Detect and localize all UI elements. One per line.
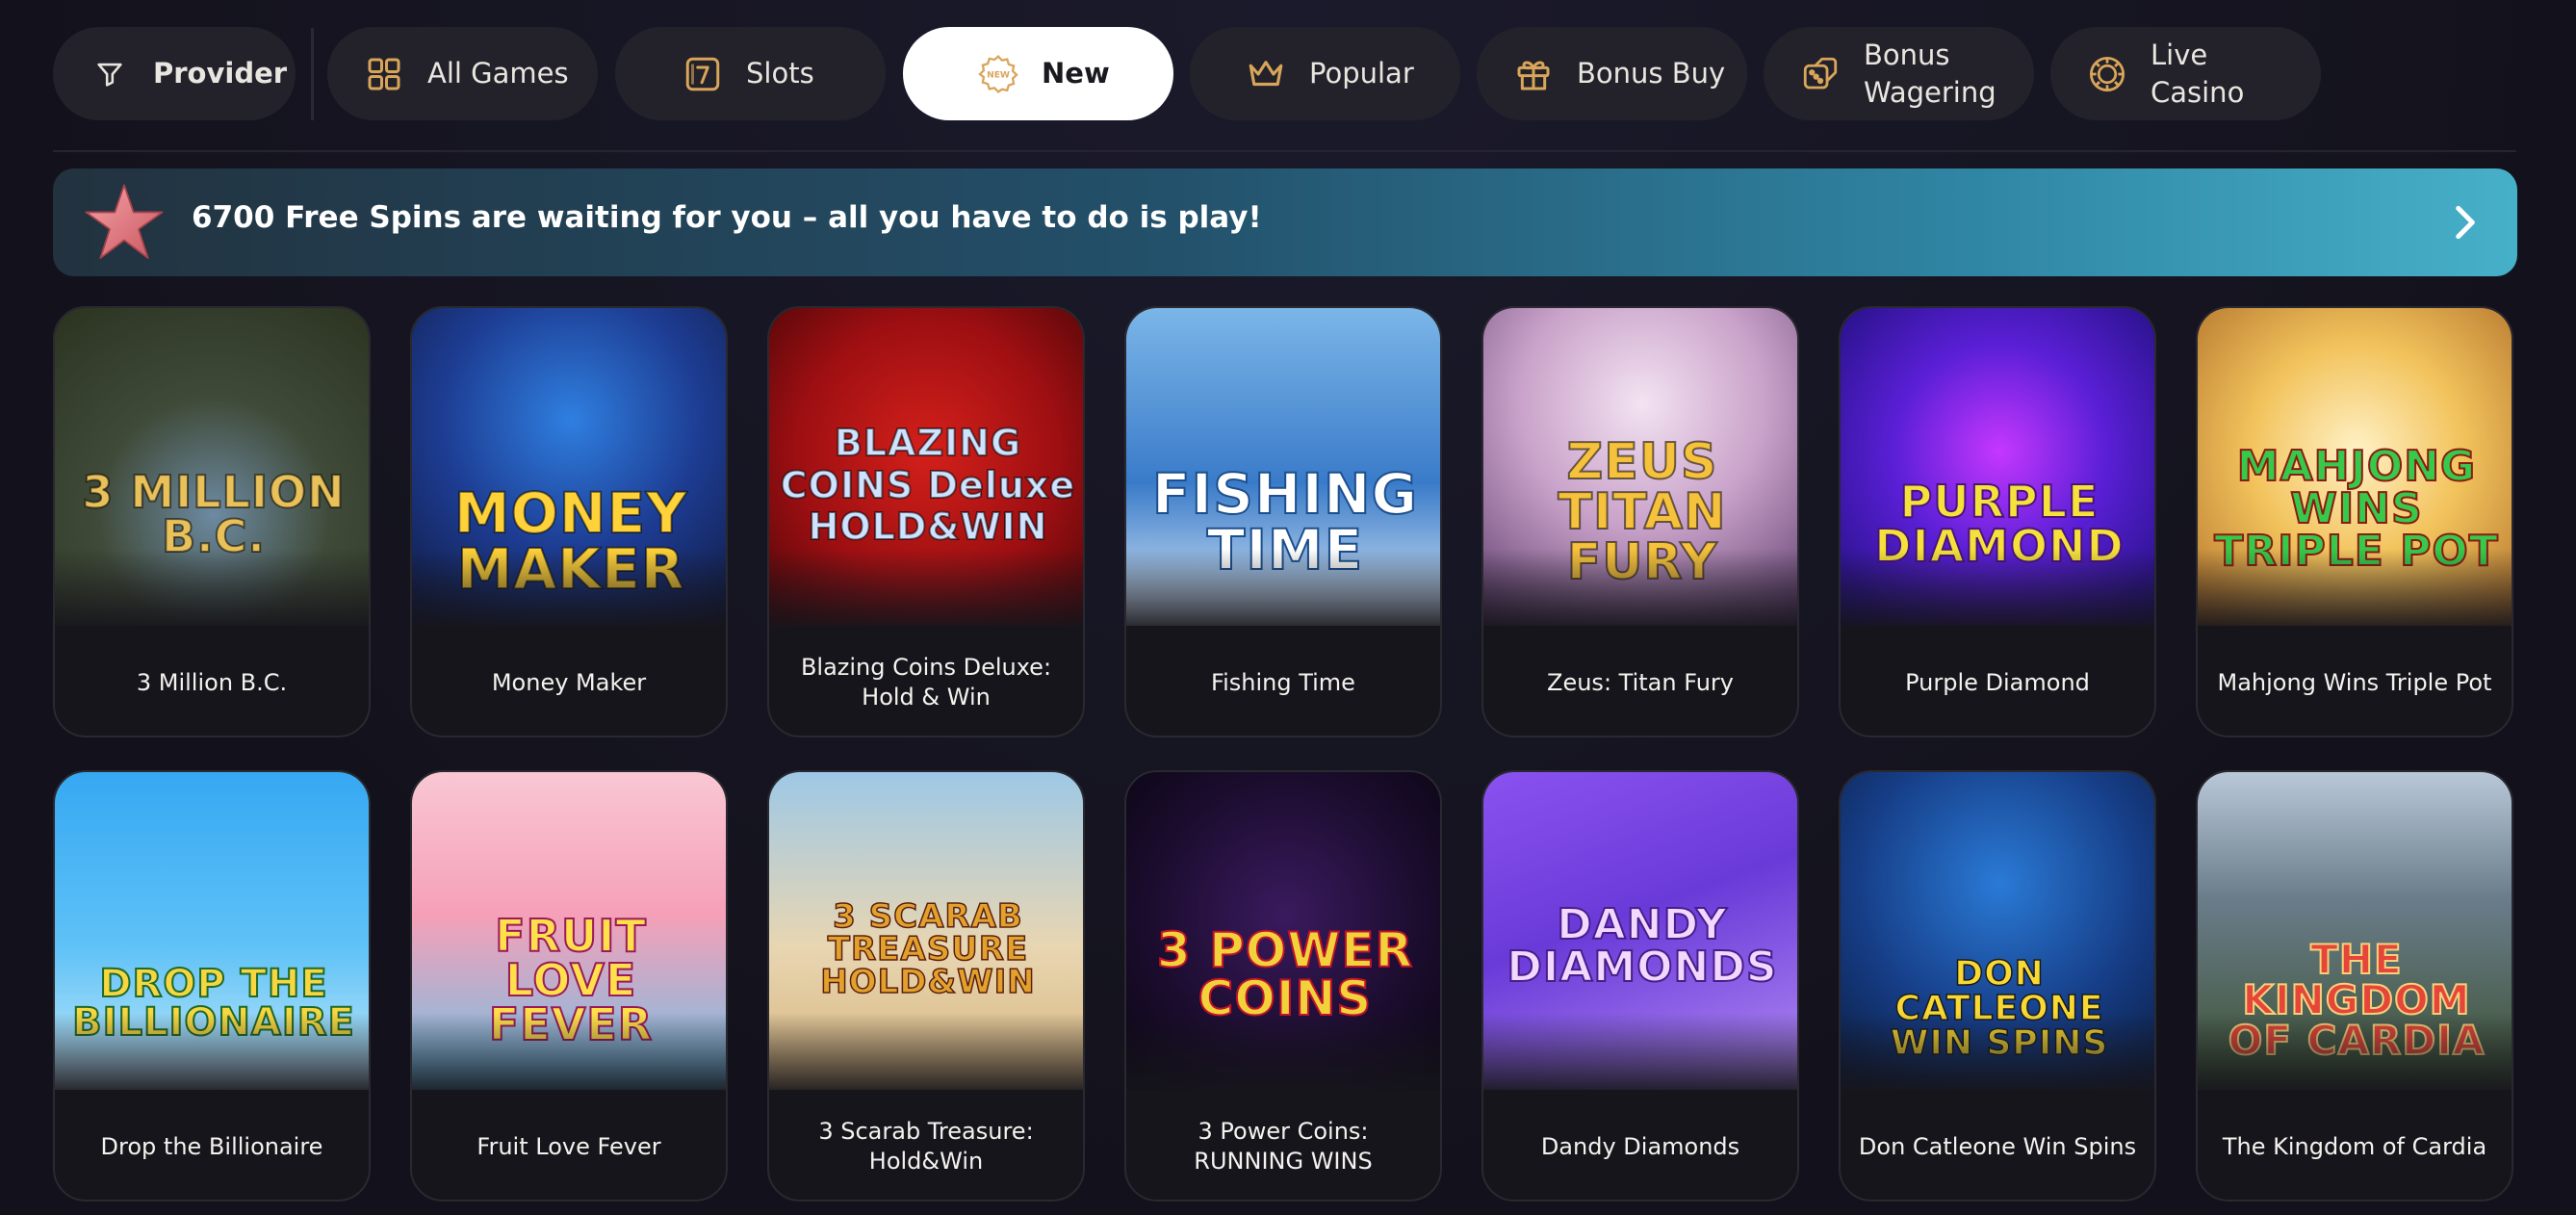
- svg-text:NEW: NEW: [987, 70, 1010, 80]
- game-logo: BLAZING COINS Deluxe HOLD&WIN: [780, 421, 1076, 549]
- game-card[interactable]: 3 SCARAB TREASURE HOLD&WIN 3 Scarab Trea…: [767, 770, 1085, 1202]
- filter-label: Provider: [153, 57, 288, 90]
- game-thumbnail: THE KINGDOM OF CARDIA: [2198, 772, 2512, 1090]
- game-card[interactable]: FISHING TIME Fishing Time: [1124, 306, 1442, 737]
- game-title: Money Maker: [491, 668, 647, 696]
- game-card[interactable]: MAHJONG WINS TRIPLE POT Mahjong Wins Tri…: [2196, 306, 2513, 737]
- filter-slots[interactable]: Slots: [615, 27, 886, 120]
- game-card[interactable]: 3 MILLION B.C. 3 Million B.C.: [53, 306, 371, 737]
- game-thumbnail: ZEUS TITAN FURY: [1483, 308, 1797, 626]
- game-title: The Kingdom of Cardia: [2222, 1132, 2487, 1160]
- game-card[interactable]: DANDY DIAMONDS Dandy Diamonds: [1481, 770, 1799, 1202]
- slot-seven-icon: [683, 54, 723, 94]
- game-title: Purple Diamond: [1905, 668, 2090, 696]
- filter-new[interactable]: NEW New: [903, 27, 1173, 120]
- game-card[interactable]: DON CATLEONE WIN SPINS Don Catleone Win …: [1839, 770, 2156, 1202]
- crown-icon: [1246, 54, 1286, 94]
- banner-text: 6700 Free Spins are waiting for you – al…: [192, 200, 1262, 235]
- game-thumbnail: MAHJONG WINS TRIPLE POT: [2198, 308, 2512, 626]
- thumbnail-fade: [769, 1013, 1083, 1090]
- free-spins-banner[interactable]: 6700 Free Spins are waiting for you – al…: [53, 168, 2517, 276]
- filter-label: Bonus Wagering: [1864, 38, 1996, 109]
- chip-icon: [2087, 54, 2127, 94]
- filter-label: Live Casino: [2151, 38, 2245, 109]
- dice-icon: [1800, 54, 1841, 94]
- game-thumbnail: FISHING TIME: [1126, 308, 1440, 626]
- filter-provider[interactable]: Provider: [53, 27, 296, 120]
- filter-live-casino[interactable]: Live Casino: [2050, 27, 2321, 120]
- game-title: Dandy Diamonds: [1540, 1132, 1740, 1160]
- filter-label: Slots: [746, 57, 814, 90]
- filter-label: Bonus Buy: [1577, 57, 1726, 90]
- game-logo: 3 SCARAB TREASURE HOLD&WIN: [819, 897, 1036, 1001]
- game-card[interactable]: PURPLE DIAMOND Purple Diamond: [1839, 306, 2156, 737]
- game-card[interactable]: MONEY MAKER Money Maker: [410, 306, 728, 737]
- starfish-icon: [82, 180, 167, 265]
- new-badge-icon: NEW: [978, 54, 1018, 94]
- game-title: Mahjong Wins Triple Pot: [2217, 668, 2492, 696]
- game-card[interactable]: THE KINGDOM OF CARDIA The Kingdom of Car…: [2196, 770, 2513, 1202]
- thumbnail-fade: [1841, 549, 2154, 626]
- game-card[interactable]: 3 POWER COINS 3 Power Coins: RUNNING WIN…: [1124, 770, 1442, 1202]
- game-thumbnail: 3 MILLION B.C.: [55, 308, 369, 626]
- game-title: Zeus: Titan Fury: [1547, 668, 1734, 696]
- game-logo: 3 MILLION B.C.: [81, 466, 346, 562]
- game-thumbnail: 3 POWER COINS: [1126, 772, 1440, 1090]
- filter-label: Popular: [1309, 57, 1414, 90]
- game-title: Fishing Time: [1211, 668, 1355, 696]
- game-card[interactable]: BLAZING COINS Deluxe HOLD&WIN Blazing Co…: [767, 306, 1085, 737]
- game-thumbnail: BLAZING COINS Deluxe HOLD&WIN: [769, 308, 1083, 626]
- funnel-icon: [90, 54, 130, 94]
- game-card[interactable]: ZEUS TITAN FURY Zeus: Titan Fury: [1481, 306, 1799, 737]
- game-title: Don Catleone Win Spins: [1858, 1132, 2137, 1160]
- game-title: Drop the Billionaire: [100, 1132, 323, 1160]
- grid-icon: [364, 54, 404, 94]
- game-thumbnail: 3 SCARAB TREASURE HOLD&WIN: [769, 772, 1083, 1090]
- chevron-right-icon[interactable]: [2440, 198, 2488, 246]
- thumbnail-fade: [1126, 549, 1440, 626]
- game-thumbnail: FRUIT LOVE FEVER: [412, 772, 726, 1090]
- thumbnail-fade: [2198, 1013, 2512, 1090]
- thumbnail-fade: [2198, 549, 2512, 626]
- filter-all-games[interactable]: All Games: [327, 27, 598, 120]
- game-thumbnail: MONEY MAKER: [412, 308, 726, 626]
- game-title: Blazing Coins Deluxe: Hold & Win: [800, 654, 1052, 711]
- gift-icon: [1513, 54, 1554, 94]
- game-thumbnail: DROP THE BILLIONAIRE: [55, 772, 369, 1090]
- thumbnail-fade: [412, 549, 726, 626]
- filter-label: All Games: [427, 57, 569, 90]
- section-divider: [53, 150, 2516, 152]
- filter-label: New: [1042, 57, 1110, 90]
- filter-bonus-buy[interactable]: Bonus Buy: [1477, 27, 1747, 120]
- game-title: 3 Scarab Treasure: Hold&Win: [818, 1118, 1034, 1175]
- filter-separator: [311, 27, 314, 120]
- game-logo: 3 POWER COINS: [1156, 922, 1414, 1026]
- category-filter-bar: Provider All Games Slots NEW New Popular: [53, 27, 2321, 120]
- thumbnail-fade: [1841, 1013, 2154, 1090]
- thumbnail-fade: [1483, 1013, 1797, 1090]
- thumbnail-fade: [1126, 1013, 1440, 1090]
- new-games-page: Provider All Games Slots NEW New Popular: [0, 0, 2576, 1215]
- filter-bonus-wagering[interactable]: Bonus Wagering: [1764, 27, 2034, 120]
- game-thumbnail: DON CATLEONE WIN SPINS: [1841, 772, 2154, 1090]
- game-thumbnail: DANDY DIAMONDS: [1483, 772, 1797, 1090]
- game-title: Fruit Love Fever: [477, 1132, 661, 1160]
- game-title: 3 Power Coins: RUNNING WINS: [1194, 1118, 1373, 1175]
- thumbnail-fade: [55, 549, 369, 626]
- game-card[interactable]: DROP THE BILLIONAIRE Drop the Billionair…: [53, 770, 371, 1202]
- game-grid: 3 MILLION B.C. 3 Million B.C. MONEY MAKE…: [53, 306, 2517, 1202]
- thumbnail-fade: [412, 1013, 726, 1090]
- game-card[interactable]: FRUIT LOVE FEVER Fruit Love Fever: [410, 770, 728, 1202]
- thumbnail-fade: [1483, 549, 1797, 626]
- filter-popular[interactable]: Popular: [1190, 27, 1460, 120]
- game-logo: DANDY DIAMONDS: [1506, 900, 1778, 992]
- thumbnail-fade: [55, 1013, 369, 1090]
- thumbnail-fade: [769, 549, 1083, 626]
- game-title: 3 Million B.C.: [136, 668, 288, 696]
- game-thumbnail: PURPLE DIAMOND: [1841, 308, 2154, 626]
